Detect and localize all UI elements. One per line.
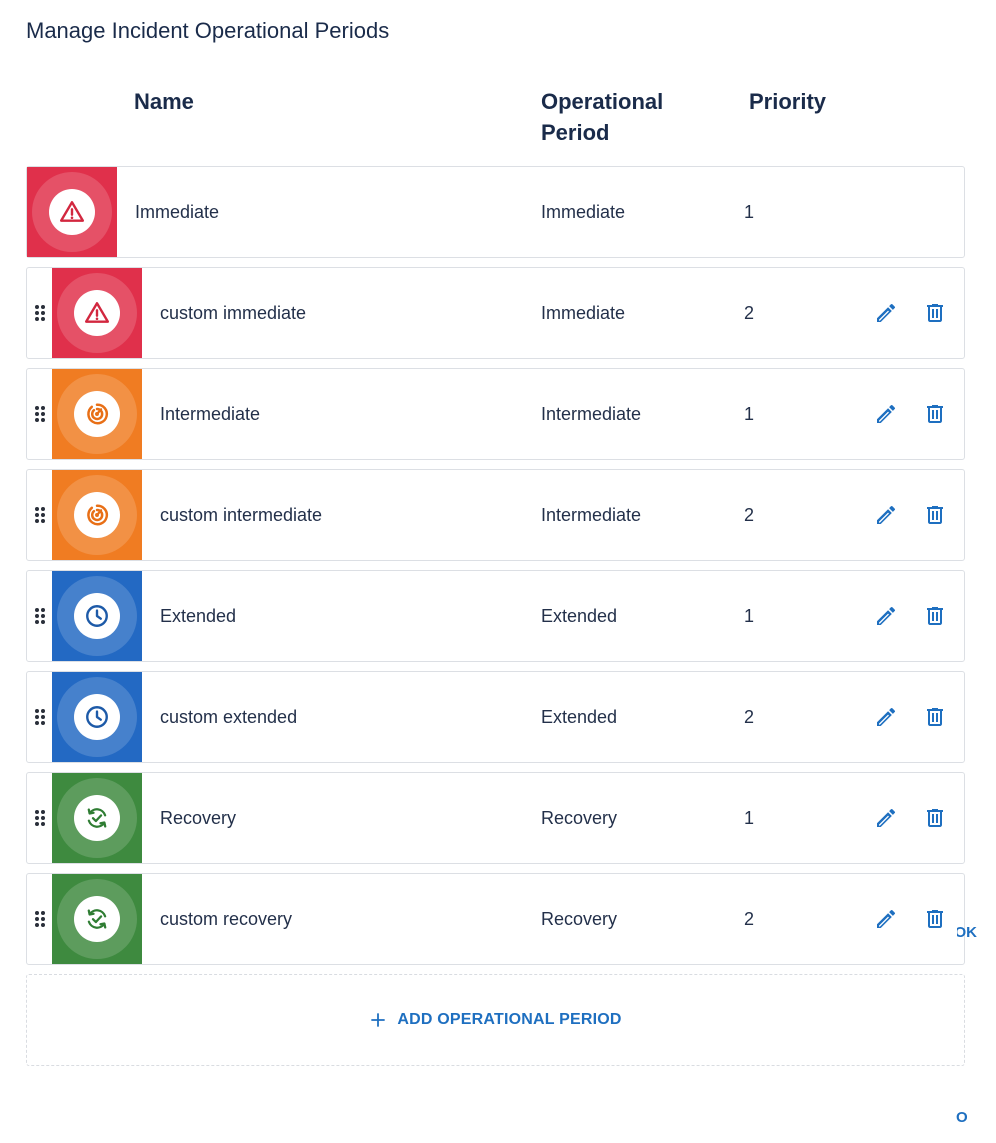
delete-button[interactable]	[922, 805, 948, 831]
row-operational-period: Extended	[541, 606, 618, 626]
row-priority: 2	[744, 707, 755, 727]
pencil-icon	[877, 606, 896, 625]
row-name: custom extended	[160, 707, 298, 727]
edit-button[interactable]	[873, 603, 899, 629]
table-row: custom intermediate Intermediate 2	[26, 469, 965, 561]
pencil-icon	[877, 404, 896, 423]
row-name: Extended	[160, 606, 237, 626]
pencil-icon	[877, 505, 896, 524]
edit-button[interactable]	[873, 401, 899, 427]
table-row: custom immediate Immediate 2	[26, 267, 965, 359]
period-tile-immediate	[52, 268, 142, 358]
row-operational-period: Immediate	[541, 202, 626, 222]
trash-icon	[927, 809, 943, 827]
recovery-check-icon	[87, 909, 107, 929]
row-priority: 1	[744, 404, 755, 424]
pencil-icon	[877, 303, 896, 322]
table-row: Extended Extended 1	[26, 570, 965, 662]
delete-button[interactable]	[922, 300, 948, 326]
column-header-operational-period: Operational Period	[541, 89, 664, 145]
clock-icon	[86, 605, 108, 627]
trash-icon	[927, 304, 943, 322]
row-name: custom intermediate	[160, 505, 323, 525]
drag-handle-icon[interactable]	[33, 607, 47, 625]
period-tile-extended	[52, 571, 142, 661]
edit-button[interactable]	[873, 805, 899, 831]
background-ok-button[interactable]: OK	[957, 924, 977, 941]
pencil-icon	[877, 707, 896, 726]
edit-button[interactable]	[873, 704, 899, 730]
radar-target-icon	[87, 504, 109, 526]
clock-icon	[86, 706, 108, 728]
drag-handle-icon[interactable]	[33, 304, 47, 322]
delete-button[interactable]	[922, 603, 948, 629]
trash-icon	[927, 405, 943, 423]
row-priority: 1	[744, 202, 755, 222]
row-name: Immediate	[135, 202, 220, 222]
drag-handle-icon[interactable]	[33, 910, 47, 928]
radar-target-icon	[87, 403, 109, 425]
table-row: Immediate Immediate 1	[26, 166, 965, 258]
table-row: custom recovery Recovery 2	[26, 873, 965, 965]
recovery-check-icon	[87, 808, 107, 828]
drag-handle-icon[interactable]	[33, 405, 47, 423]
row-operational-period: Recovery	[541, 909, 618, 929]
trash-icon	[927, 708, 943, 726]
row-priority: 2	[744, 909, 755, 929]
row-priority: 2	[744, 505, 755, 525]
delete-button[interactable]	[922, 704, 948, 730]
period-tile-intermediate	[52, 369, 142, 459]
drag-handle-icon[interactable]	[33, 506, 47, 524]
edit-button[interactable]	[873, 906, 899, 932]
row-name: custom recovery	[160, 909, 293, 929]
row-priority: 2	[744, 303, 755, 323]
row-operational-period: Intermediate	[541, 404, 642, 424]
table-row: custom extended Extended 2	[26, 671, 965, 763]
warning-triangle-icon	[84, 302, 110, 323]
delete-button[interactable]	[922, 502, 948, 528]
row-name: Recovery	[160, 808, 237, 828]
period-tile-recovery	[52, 874, 142, 964]
plus-icon	[371, 1013, 386, 1027]
pencil-icon	[877, 909, 896, 928]
table-row: Intermediate Intermediate 1	[26, 368, 965, 460]
row-operational-period: Recovery	[541, 808, 618, 828]
period-tile-recovery	[52, 773, 142, 863]
period-tile-immediate	[27, 167, 117, 257]
row-operational-period: Extended	[541, 707, 618, 727]
trash-icon	[927, 910, 943, 928]
add-operational-period-label: ADD OPERATIONAL PERIOD	[397, 1011, 622, 1028]
row-priority: 1	[744, 606, 755, 626]
edit-button[interactable]	[873, 502, 899, 528]
period-tile-intermediate	[52, 470, 142, 560]
column-header-name: Name	[134, 89, 194, 114]
delete-button[interactable]	[922, 401, 948, 427]
drag-handle-icon[interactable]	[33, 708, 47, 726]
edit-button[interactable]	[873, 300, 899, 326]
pencil-icon	[877, 808, 896, 827]
row-name: custom immediate	[160, 303, 307, 323]
trash-icon	[927, 506, 943, 524]
row-operational-period: Immediate	[541, 303, 626, 323]
row-name: Intermediate	[160, 404, 261, 424]
background-button-fragment[interactable]: O	[956, 1109, 968, 1126]
dialog-title: Manage Incident Operational Periods	[26, 18, 390, 43]
row-operational-period: Intermediate	[541, 505, 642, 525]
table-row: Recovery Recovery 1	[26, 772, 965, 864]
period-tile-extended	[52, 672, 142, 762]
warning-triangle-icon	[59, 201, 85, 222]
add-operational-period-button[interactable]: ADD OPERATIONAL PERIOD	[26, 974, 965, 1066]
row-priority: 1	[744, 808, 755, 828]
column-header-priority: Priority	[749, 89, 827, 114]
drag-handle-icon[interactable]	[33, 809, 47, 827]
delete-button[interactable]	[922, 906, 948, 932]
trash-icon	[927, 607, 943, 625]
